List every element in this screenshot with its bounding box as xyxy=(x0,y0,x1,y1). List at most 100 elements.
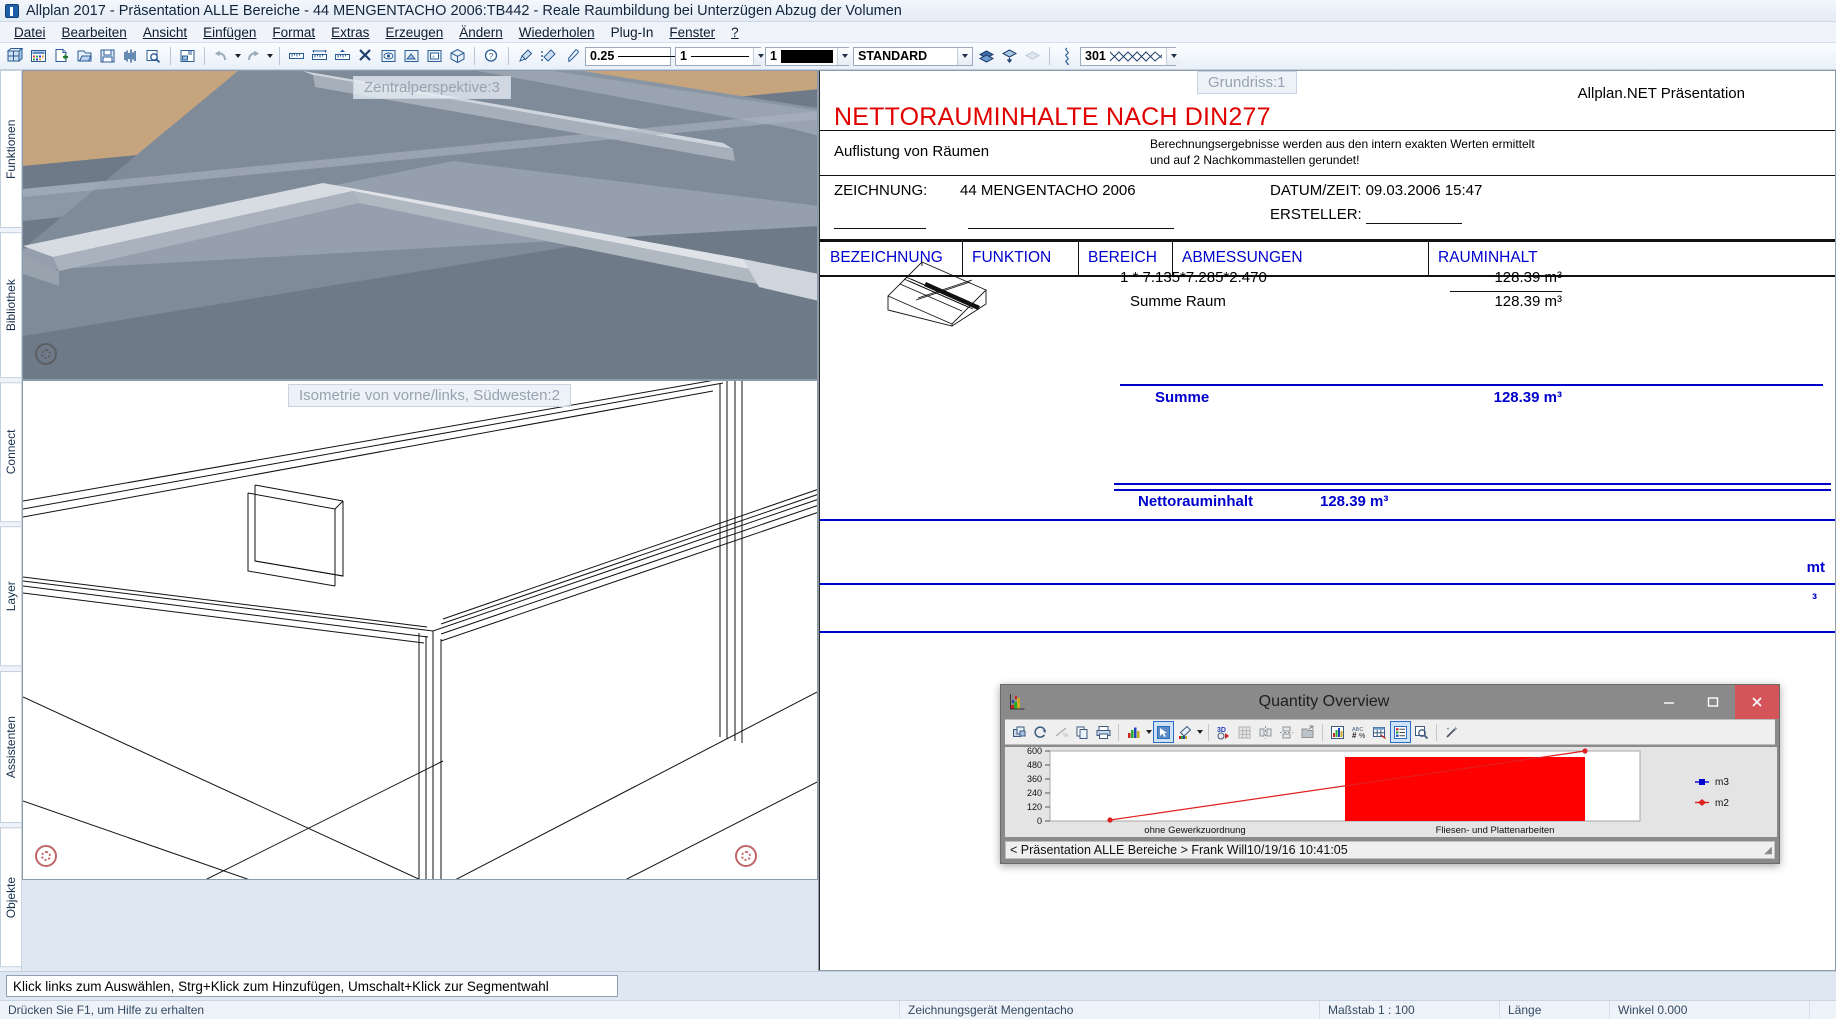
cut-icon[interactable] xyxy=(354,45,377,67)
navigation-compass-red-icon[interactable] xyxy=(35,845,57,867)
layer-combo[interactable]: 301 xyxy=(1080,47,1176,66)
navigation-compass-icon[interactable] xyxy=(35,343,57,365)
export-icon[interactable] xyxy=(1297,721,1318,743)
calculate-icon[interactable]: % xyxy=(1051,721,1072,743)
svg-text:m3: m3 xyxy=(1715,777,1729,788)
pen-thickness-combo[interactable]: 0.25 xyxy=(585,47,671,66)
open-document-icon[interactable] xyxy=(73,45,96,67)
status-cell-scale[interactable]: Maßstab 1 : 100 xyxy=(1320,1001,1500,1019)
report-col-rauminhalt: RAUMINHALT xyxy=(1438,249,1538,267)
project-open-icon[interactable] xyxy=(4,45,27,67)
sidebar-tab-assistenten-label: Assistenten xyxy=(4,716,18,778)
line-style-combo[interactable]: STANDARD xyxy=(853,47,973,66)
print-icon[interactable] xyxy=(1093,721,1114,743)
layer-caret-icon[interactable] xyxy=(1166,48,1181,65)
paste-view-icon[interactable] xyxy=(423,45,446,67)
wand-icon[interactable] xyxy=(1441,721,1462,743)
sidebar-tab-connect[interactable]: Connect xyxy=(0,382,21,522)
hatch-style-icon[interactable] xyxy=(1055,45,1078,67)
dialog-minimize-button[interactable] xyxy=(1647,685,1691,719)
new-document-icon[interactable] xyxy=(50,45,73,67)
menu-item-ansicht[interactable]: Ansicht xyxy=(135,23,195,42)
view-icon[interactable] xyxy=(377,45,400,67)
statistics-icon[interactable] xyxy=(1327,721,1348,743)
report-col-bereich: BEREICH xyxy=(1088,249,1157,267)
status-cell-angle[interactable]: Winkel 0.000 xyxy=(1610,1001,1810,1019)
find-document-icon[interactable] xyxy=(142,45,165,67)
line-style-caret-icon[interactable] xyxy=(957,48,972,65)
spreadsheet-icon[interactable] xyxy=(1369,721,1390,743)
3d-box-icon[interactable] xyxy=(446,45,469,67)
status-cell-length[interactable]: Länge xyxy=(1500,1001,1610,1019)
quantity-overview-dialog[interactable]: Quantity Overview % 3D ABC#% xyxy=(1000,684,1780,864)
menu-item-aendern[interactable]: Ändern xyxy=(451,23,511,42)
line-type-value: 1 xyxy=(680,49,687,63)
sidebar-tab-layer[interactable]: Layer xyxy=(0,526,21,666)
format-brush-icon[interactable] xyxy=(1174,721,1195,743)
sidebar-tab-funktionen[interactable]: Funktionen xyxy=(0,70,21,228)
dialog-maximize-button[interactable] xyxy=(1691,685,1735,719)
eyedropper-icon[interactable] xyxy=(560,45,583,67)
quantity-chart[interactable]: 600 480 360 240 120 0 ohne Gewerkzuordnu… xyxy=(1005,747,1775,837)
paintbrush-icon[interactable] xyxy=(514,45,537,67)
redo-caret-icon[interactable] xyxy=(265,45,274,67)
measure-length-icon[interactable] xyxy=(285,45,308,67)
zoom-search-icon[interactable] xyxy=(1411,721,1432,743)
copy-icon[interactable] xyxy=(1072,721,1093,743)
layers-icon[interactable] xyxy=(119,45,142,67)
redo-icon[interactable] xyxy=(242,45,265,67)
report-date-value: 09.03.2006 15:47 xyxy=(1366,182,1483,199)
copy-objects-icon[interactable] xyxy=(1009,721,1030,743)
chart-type-icon[interactable] xyxy=(1123,721,1144,743)
undo-icon[interactable] xyxy=(210,45,233,67)
measure-area-icon[interactable] xyxy=(331,45,354,67)
menu-item-erzeugen[interactable]: Erzeugen xyxy=(377,23,451,42)
project-settings-icon[interactable] xyxy=(27,45,50,67)
color-caret-icon[interactable] xyxy=(837,48,852,65)
undo-caret-icon[interactable] xyxy=(233,45,242,67)
flip-icon[interactable] xyxy=(1276,721,1297,743)
select-arrow-icon[interactable] xyxy=(1153,721,1174,743)
plan-layout-icon[interactable] xyxy=(176,45,199,67)
menu-item-bearbeiten[interactable]: Bearbeiten xyxy=(54,23,135,42)
copy-view-icon[interactable] xyxy=(400,45,423,67)
navigation-origin-icon[interactable] xyxy=(735,845,757,867)
prompt-input[interactable]: Klick links zum Auswählen, Strg+Klick zu… xyxy=(6,975,618,997)
menu-item-extras[interactable]: Extras xyxy=(323,23,377,42)
table-grid-icon[interactable] xyxy=(1234,721,1255,743)
format-caret-icon[interactable] xyxy=(1195,721,1204,743)
layer-front-icon[interactable] xyxy=(975,45,998,67)
status-cell-drawing[interactable]: Zeichnungsgerät Mengentacho xyxy=(900,1001,1320,1019)
color-combo[interactable]: 1 xyxy=(765,47,849,66)
save-icon[interactable] xyxy=(96,45,119,67)
measure-distance-icon[interactable] xyxy=(308,45,331,67)
list-view-icon[interactable] xyxy=(1390,721,1411,743)
menu-item-datei[interactable]: Datei xyxy=(6,23,54,42)
menu-item-format[interactable]: Format xyxy=(264,23,323,42)
menu-item-wiederholen[interactable]: Wiederholen xyxy=(511,23,603,42)
match-properties-icon[interactable] xyxy=(537,45,560,67)
count-icon[interactable]: ABC#% xyxy=(1348,721,1369,743)
layer-back-icon[interactable] xyxy=(1021,45,1044,67)
help-search-icon[interactable]: ? xyxy=(480,45,503,67)
3d-view-icon[interactable]: 3D xyxy=(1213,721,1234,743)
dialog-close-button[interactable] xyxy=(1735,685,1779,719)
chart-type-caret-icon[interactable] xyxy=(1144,721,1153,743)
report-total-rule xyxy=(1120,384,1823,386)
resize-grip-icon[interactable]: ◢ xyxy=(1764,845,1772,856)
refresh-icon[interactable] xyxy=(1030,721,1051,743)
viewport-perspective[interactable]: Zentralperspektive:3 xyxy=(22,70,818,380)
line-type-combo[interactable]: 1 xyxy=(675,47,761,66)
menu-item-help[interactable]: ? xyxy=(723,23,747,42)
mirror-icon[interactable] xyxy=(1255,721,1276,743)
dialog-toolbar-separator xyxy=(1118,724,1119,741)
sidebar-tab-bibliothek[interactable]: Bibliothek xyxy=(0,232,21,378)
menu-item-einfuegen[interactable]: Einfügen xyxy=(195,23,264,42)
menu-item-fenster[interactable]: Fenster xyxy=(661,23,723,42)
sidebar-tab-assistenten[interactable]: Assistenten xyxy=(0,671,21,823)
viewport-isometry[interactable]: Isometrie von vorne/links, Südwesten:2 xyxy=(22,380,818,880)
layer-mid-icon[interactable] xyxy=(998,45,1021,67)
menu-item-plugin[interactable]: Plug-In xyxy=(603,23,662,42)
dialog-title-bar[interactable]: Quantity Overview xyxy=(1001,685,1779,719)
sidebar-tab-objekte[interactable]: Objekte xyxy=(0,827,21,967)
